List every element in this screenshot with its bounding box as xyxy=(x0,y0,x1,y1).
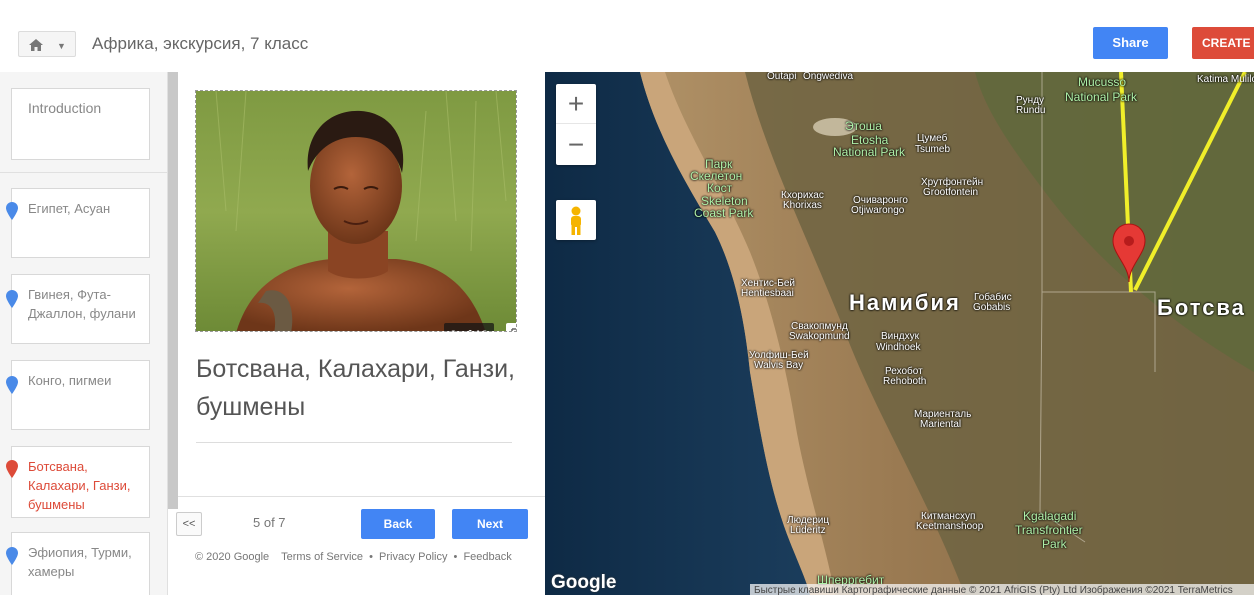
map-label: Transfrontier xyxy=(1015,523,1083,537)
map-label: Кост xyxy=(707,181,733,195)
map-label: Keetmanshoop xyxy=(916,521,984,532)
slide-list: Introduction Египет, Асуан Гвинея, Фута-… xyxy=(0,72,168,595)
terms-link[interactable]: Terms of Service xyxy=(281,551,363,563)
page-indicator: 5 of 7 xyxy=(253,515,286,530)
slide-detail-panel: 2 of 18 Ботсвана, Калахари, Ганзи, бушме… xyxy=(176,72,545,595)
map-pin-icon xyxy=(6,460,18,478)
zoom-out-button[interactable]: − xyxy=(556,125,596,165)
copyright-text: © 2020 Google xyxy=(195,551,270,563)
portrait-photo xyxy=(196,91,516,331)
slide-item-botswana[interactable]: Ботсвана, Калахари, Ганзи, бушмены xyxy=(6,446,150,518)
location-marker-icon[interactable] xyxy=(1111,222,1147,284)
top-bar: ▼ Африка, экскурсия, 7 класс Share CREAT… xyxy=(0,0,1254,72)
slide-item-label: Эфиопия, Турми, хамеры xyxy=(28,545,132,579)
footer-divider xyxy=(178,496,545,497)
slide-item-ethiopia[interactable]: Эфиопия, Турми, хамеры xyxy=(6,532,150,595)
separator: • xyxy=(453,551,458,563)
map-label: Цумеб xyxy=(917,133,948,144)
home-icon xyxy=(29,39,43,51)
home-menu-button[interactable]: ▼ xyxy=(18,31,76,57)
separator: • xyxy=(369,551,373,563)
map-pin-icon xyxy=(6,290,18,308)
map-label: Walvis Bay xyxy=(754,360,804,371)
list-divider xyxy=(0,172,167,173)
map-label: Tsumeb xyxy=(915,144,951,155)
country-label: Намибия xyxy=(849,290,961,315)
expand-icon xyxy=(511,328,516,331)
photo-counter: 2 of 18 xyxy=(444,323,494,331)
map-label: Park xyxy=(1042,537,1067,551)
create-new-button[interactable]: CREATE N xyxy=(1192,27,1254,59)
slide-item-egypt[interactable]: Египет, Асуан xyxy=(6,188,150,258)
pegman-icon xyxy=(571,206,581,235)
map-label: Виндхук xyxy=(881,331,919,342)
map-label: Этоша xyxy=(845,119,882,133)
map-label: Grootfontein xyxy=(923,187,979,198)
zoom-in-button[interactable]: + xyxy=(556,84,596,124)
next-button[interactable]: Next xyxy=(452,509,528,539)
slide-item-label: Ботсвана, Калахари, Ганзи, бушмены xyxy=(28,459,131,512)
map-label: Katima Mulilo xyxy=(1197,74,1254,85)
slide-title: Ботсвана, Калахари, Ганзи, бушмены xyxy=(196,355,515,421)
map-pin-icon xyxy=(6,202,18,220)
fullscreen-button[interactable] xyxy=(506,323,516,331)
slide-item-congo[interactable]: Конго, пигмеи xyxy=(6,360,150,430)
map-label: Otjiwarongo xyxy=(851,205,905,216)
map-view[interactable]: + − Outapi Ongwediva Mucusso National Pa… xyxy=(545,72,1254,595)
map-label: Rehoboth xyxy=(883,376,927,387)
map-label: Outapi xyxy=(767,72,797,82)
map-label: Coast Park xyxy=(694,206,754,220)
zoom-control: + − xyxy=(556,84,596,165)
map-label: National Park xyxy=(833,145,906,159)
chevron-down-icon: ▼ xyxy=(57,41,66,51)
slide-item-label: Конго, пигмеи xyxy=(28,373,112,388)
collapse-panel-button[interactable]: << xyxy=(176,512,202,536)
feedback-link[interactable]: Feedback xyxy=(463,551,511,563)
map-label: Ongwediva xyxy=(803,72,854,82)
slide-list-scrollbar[interactable] xyxy=(168,72,178,509)
footer-links: © 2020 Google Terms of Service • Privacy… xyxy=(195,551,512,563)
google-logo: Google xyxy=(551,572,617,593)
map-label: Swakopmund xyxy=(789,331,850,342)
country-label: Ботсва xyxy=(1157,295,1246,320)
map-label: Windhoek xyxy=(876,342,921,353)
slide-item-guinea[interactable]: Гвинея, Фута-Джаллон, фулани xyxy=(6,274,150,344)
project-title: Африка, экскурсия, 7 класс xyxy=(92,34,309,53)
share-button[interactable]: Share xyxy=(1093,27,1168,59)
map-label: Gobabis xyxy=(973,302,1011,313)
map-label: Lüderitz xyxy=(790,525,826,536)
map-label: Rundu xyxy=(1016,105,1046,116)
title-divider xyxy=(196,442,512,443)
map-label: Khorixas xyxy=(783,200,822,211)
slide-item-introduction[interactable]: Introduction xyxy=(11,88,150,160)
map-attribution[interactable]: Быстрые клавиши Картографические данные … xyxy=(750,584,1254,595)
slide-item-label: Египет, Асуан xyxy=(28,201,111,216)
privacy-link[interactable]: Privacy Policy xyxy=(379,551,447,563)
map-pin-icon xyxy=(6,376,18,394)
map-pin-icon xyxy=(6,547,18,565)
street-view-button[interactable] xyxy=(556,200,596,240)
slide-item-label: Гвинея, Фута-Джаллон, фулани xyxy=(28,287,136,321)
map-label: Kgalagadi xyxy=(1023,509,1077,523)
map-label: Hentiesbaai xyxy=(741,288,794,299)
back-button[interactable]: Back xyxy=(361,509,435,539)
slide-photo[interactable]: 2 of 18 xyxy=(195,90,517,332)
map-label: Mariental xyxy=(920,419,962,430)
slide-item-label: Introduction xyxy=(28,100,102,116)
map-label: National Park xyxy=(1065,90,1138,104)
map-label: Mucusso xyxy=(1078,75,1127,89)
